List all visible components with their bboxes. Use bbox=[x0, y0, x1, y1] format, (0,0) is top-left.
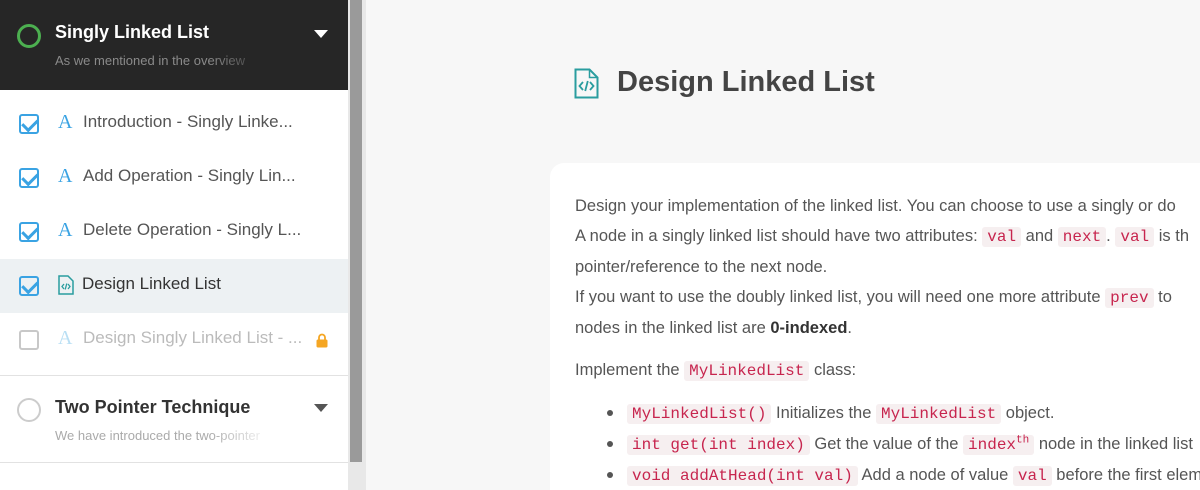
lesson-item-selected[interactable]: Design Linked List bbox=[0, 259, 348, 313]
lesson-label: Delete Operation - Singly L... bbox=[83, 220, 302, 239]
page-title: Design Linked List bbox=[617, 66, 875, 98]
problem-card: Design your implementation of the linked… bbox=[550, 163, 1200, 490]
chapter-singly-linked-list[interactable]: Singly Linked List As we mentioned in th… bbox=[0, 0, 348, 90]
list-item: MyLinkedList() Initializes the MyLinkedL… bbox=[575, 398, 1200, 429]
main-content: Design Linked List Design your implement… bbox=[366, 0, 1200, 490]
progress-ring-icon bbox=[17, 24, 41, 48]
paragraph: If you want to use the doubly linked lis… bbox=[575, 288, 1172, 308]
lesson-item-locked[interactable]: A Design Singly Linked List - ... bbox=[0, 313, 348, 367]
paragraph: Design your implementation of the linked… bbox=[575, 197, 1176, 215]
lesson-label: Introduction - Singly Linke... bbox=[83, 112, 293, 131]
lesson-label: Add Operation - Singly Lin... bbox=[83, 166, 296, 185]
code-class-name: MyLinkedList bbox=[684, 361, 810, 381]
scrollbar-thumb[interactable] bbox=[350, 0, 362, 462]
checkbox-checked bbox=[19, 276, 39, 296]
lesson-item[interactable]: A Introduction - Singly Linke... bbox=[0, 97, 348, 151]
method-list: MyLinkedList() Initializes the MyLinkedL… bbox=[575, 398, 1200, 490]
code-val: val bbox=[982, 227, 1022, 247]
paragraph: pointer/reference to the next node. bbox=[575, 258, 828, 276]
checkbox-checked bbox=[19, 168, 39, 188]
code-file-icon bbox=[58, 275, 74, 295]
chapter-title: Singly Linked List bbox=[55, 22, 210, 42]
list-item: void addAtHead(int val) Add a node of va… bbox=[575, 460, 1200, 490]
chapter-subtitle: As we mentioned in the overview bbox=[55, 53, 246, 68]
code-file-icon bbox=[574, 68, 599, 99]
article-icon: A bbox=[58, 327, 73, 349]
progress-ring-icon bbox=[17, 398, 41, 422]
article-icon: A bbox=[58, 165, 73, 187]
sidebar: Singly Linked List As we mentioned in th… bbox=[0, 0, 348, 490]
checkbox-checked bbox=[19, 222, 39, 242]
article-icon: A bbox=[58, 219, 73, 241]
lesson-label: Design Linked List bbox=[82, 274, 221, 293]
code-val: val bbox=[1115, 227, 1155, 247]
code-prev: prev bbox=[1105, 288, 1154, 308]
paragraph: Implement the MyLinkedList class: bbox=[575, 361, 857, 381]
article-icon: A bbox=[58, 111, 73, 133]
lesson-item[interactable]: A Add Operation - Singly Lin... bbox=[0, 151, 348, 205]
lesson-item[interactable]: A Delete Operation - Singly L... bbox=[0, 205, 348, 259]
problem-description: Design your implementation of the linked… bbox=[575, 191, 1200, 490]
sidebar-scrollbar[interactable] bbox=[348, 0, 366, 490]
chapter-title: Two Pointer Technique bbox=[55, 397, 251, 417]
chapter-subtitle: We have introduced the two-pointer bbox=[55, 428, 260, 443]
paragraph: nodes in the linked list are 0-indexed. bbox=[575, 319, 852, 337]
code-next: next bbox=[1057, 227, 1107, 247]
chevron-down-icon[interactable] bbox=[314, 404, 328, 412]
chapter-item-partial[interactable] bbox=[0, 463, 348, 490]
chapter-two-pointer-technique[interactable]: Two Pointer Technique We have introduced… bbox=[0, 375, 348, 463]
checkbox-unchecked bbox=[19, 330, 39, 350]
lock-icon bbox=[316, 333, 328, 348]
list-item: int get(int index) Get the value of the … bbox=[575, 429, 1200, 460]
emphasis: 0-indexed bbox=[770, 319, 848, 337]
paragraph: A node in a singly linked list should ha… bbox=[575, 227, 1190, 247]
lesson-label: Design Singly Linked List - ... bbox=[83, 328, 303, 347]
chevron-down-icon[interactable] bbox=[314, 30, 328, 38]
checkbox-checked bbox=[19, 114, 39, 134]
